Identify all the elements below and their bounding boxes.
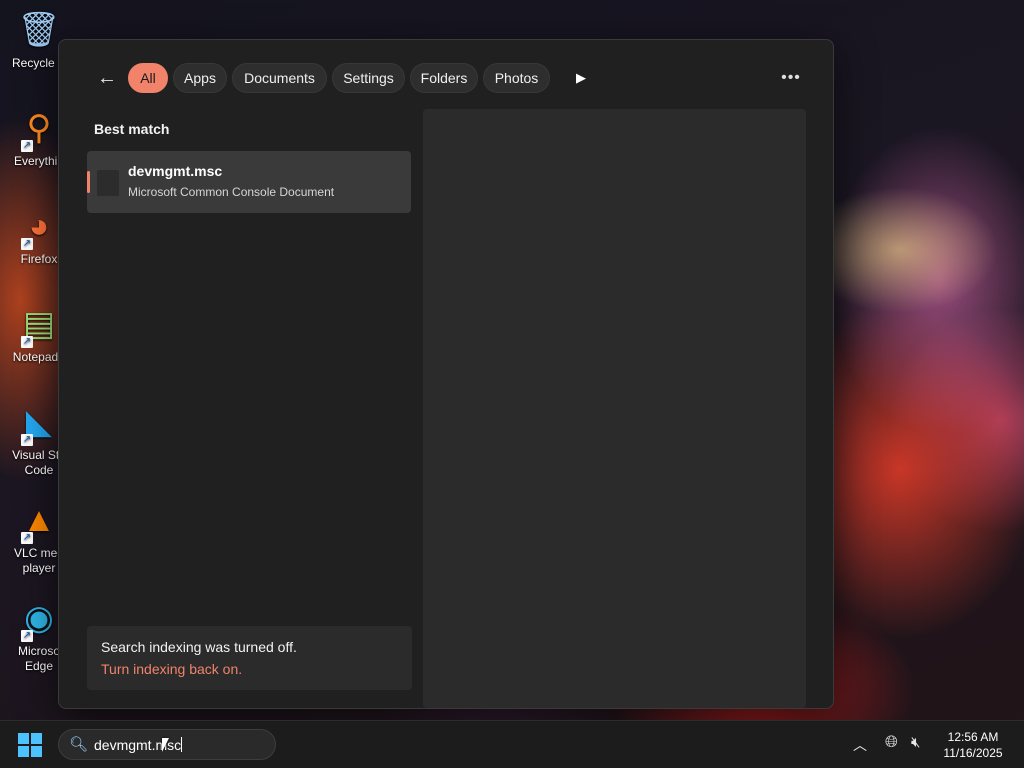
- best-match-result[interactable]: devmgmt.msc Microsoft Common Console Doc…: [87, 151, 411, 213]
- back-arrow-icon[interactable]: ←: [93, 64, 121, 92]
- shortcut-arrow-icon: ↗: [21, 434, 33, 446]
- search-icon: 🔍︎: [69, 736, 89, 753]
- shortcut-arrow-icon: ↗: [21, 140, 33, 152]
- selection-indicator: [87, 171, 90, 193]
- shortcut-arrow-icon: ↗: [21, 532, 33, 544]
- indexing-notice: Search indexing was turned off. Turn ind…: [87, 626, 412, 690]
- desktop-icon-label: Everythin: [13, 154, 65, 168]
- preview-pane: [423, 109, 806, 708]
- mouse-cursor: [162, 738, 169, 752]
- shortcut-arrow-icon: ↗: [21, 336, 33, 348]
- network-globe-icon[interactable]: 🌐︎: [885, 734, 898, 752]
- filter-photos[interactable]: Photos: [483, 63, 550, 93]
- chevron-up-icon[interactable]: ︿: [853, 735, 867, 755]
- shortcut-arrow-icon: ↗: [21, 238, 33, 250]
- play-icon[interactable]: ▶: [567, 64, 595, 92]
- turn-indexing-on-link[interactable]: Turn indexing back on.: [101, 661, 242, 677]
- clock-date: 11/16/2025: [943, 746, 1003, 760]
- clock-time: 12:56 AM: [947, 730, 999, 744]
- firefox-icon: ◕ ↗: [21, 206, 50, 250]
- taskbar: 🔍︎ devmgmt.msc ︿ 🌐︎ 🔇︎ 12:56 AM 11/16/20…: [0, 720, 1024, 768]
- indexing-notice-text: Search indexing was turned off.: [101, 639, 297, 655]
- filter-settings[interactable]: Settings: [332, 63, 405, 93]
- desktop-icon-label: Firefox: [20, 252, 58, 266]
- vlc-icon: ▲ ↗: [21, 500, 56, 544]
- everything-search-icon: ⚲ ↗: [21, 108, 52, 152]
- vscode-icon: ◣ ↗: [21, 402, 53, 446]
- filter-all[interactable]: All: [128, 63, 168, 93]
- speaker-muted-icon[interactable]: 🔇︎: [911, 734, 920, 751]
- console-document-icon: [97, 170, 119, 196]
- clock[interactable]: 12:56 AM 11/16/2025: [938, 729, 1008, 761]
- start-windows-icon[interactable]: [18, 733, 42, 757]
- more-options-icon[interactable]: •••: [775, 64, 807, 92]
- search-flyout: ← All Apps Documents Settings Folders Ph…: [58, 39, 834, 709]
- notepad-plus-icon: ▤ ↗: [21, 304, 56, 348]
- recycle-bin-icon: 🗑: [17, 10, 61, 49]
- best-match-heading: Best match: [94, 121, 170, 137]
- filter-apps[interactable]: Apps: [173, 63, 227, 93]
- filter-bar: ← All Apps Documents Settings Folders Ph…: [59, 60, 833, 96]
- result-subtitle: Microsoft Common Console Document: [128, 185, 335, 199]
- edge-icon: ◉ ↗: [21, 598, 54, 642]
- filter-folders[interactable]: Folders: [410, 63, 478, 93]
- desktop-icon-label: VLC med player: [13, 546, 65, 575]
- desktop-icon-label: Microso Edge: [17, 644, 60, 673]
- filter-documents[interactable]: Documents: [232, 63, 327, 93]
- shortcut-arrow-icon: ↗: [21, 630, 33, 642]
- result-title: devmgmt.msc: [128, 163, 223, 179]
